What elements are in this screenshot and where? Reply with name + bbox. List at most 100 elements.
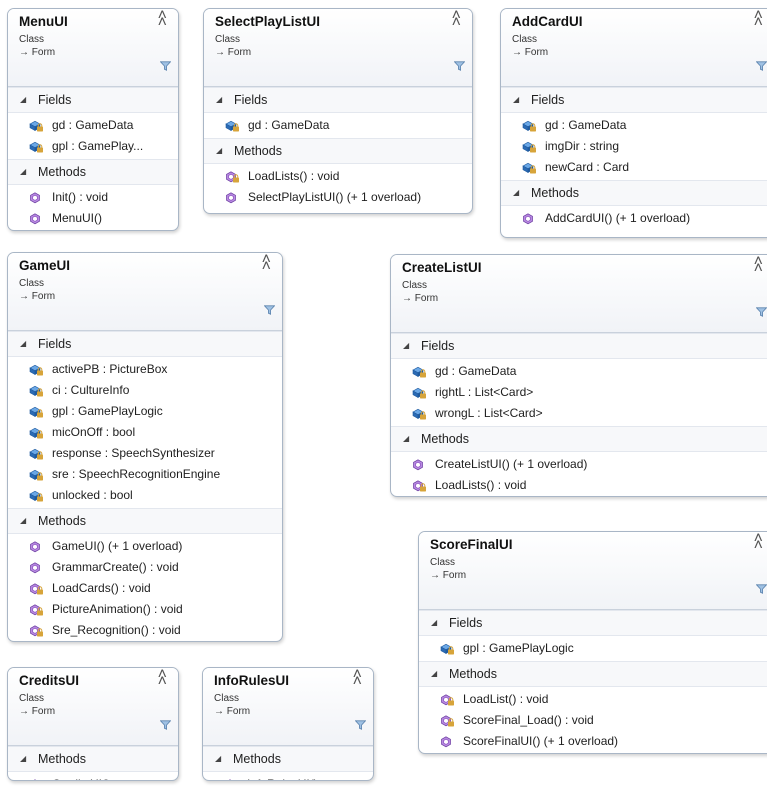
filter-icon[interactable] (756, 584, 767, 594)
methods-section-header[interactable]: ◢ Methods (8, 159, 178, 185)
field-label: gd : GameData (52, 118, 134, 132)
class-header[interactable]: CreditsUI Class → Form ˄ ˄ (8, 668, 178, 746)
collapse-triangle-icon[interactable]: ◢ (20, 747, 26, 771)
field-row[interactable]: gd : GameData (204, 115, 472, 136)
class-card-scorefinalui[interactable]: ScoreFinalUI Class → Form ˄ ˄ ◢ Fields gpl : Ga… (418, 531, 767, 754)
method-row[interactable]: SelectPlayListUI() (+ 1 overload) (204, 187, 472, 208)
methods-section-header[interactable]: ◢ Methods (501, 180, 767, 206)
class-header[interactable]: SelectPlayListUI Class → Form ˄ ˄ (204, 9, 472, 87)
field-row[interactable]: imgDir : string (501, 136, 767, 157)
filter-icon[interactable] (756, 307, 767, 317)
collapse-chevron-icon[interactable]: ˄ ˄ (754, 532, 763, 554)
filter-icon[interactable] (355, 720, 366, 730)
filter-icon[interactable] (264, 305, 275, 315)
class-header[interactable]: CreateListUI Class → Form ˄ ˄ (391, 255, 767, 333)
collapse-triangle-icon[interactable]: ◢ (20, 88, 26, 112)
method-row[interactable]: Sre_Recognition() : void (8, 620, 282, 641)
fields-section-header[interactable]: ◢ Fields (8, 331, 282, 357)
collapse-triangle-icon[interactable]: ◢ (20, 509, 26, 533)
method-row[interactable]: AddCardUI() (+ 1 overload) (501, 208, 767, 229)
field-row[interactable]: gd : GameData (8, 115, 178, 136)
inheritance-arrow-icon: → (402, 293, 415, 304)
field-row[interactable]: ci : CultureInfo (8, 380, 282, 401)
method-row[interactable]: LoadLists() : void (204, 166, 472, 187)
class-card-addcardui[interactable]: AddCardUI Class → Form ˄ ˄ ◢ Fields gd : GameDa… (500, 8, 767, 238)
methods-section-header[interactable]: ◢ Methods (391, 426, 767, 452)
collapse-triangle-icon[interactable]: ◢ (513, 181, 519, 205)
collapse-triangle-icon[interactable]: ◢ (20, 160, 26, 184)
method-row[interactable]: InfoRulesUI() (203, 774, 373, 780)
methods-section-label: Methods (233, 752, 281, 766)
field-row[interactable]: micOnOff : bool (8, 422, 282, 443)
filter-icon[interactable] (454, 61, 465, 71)
collapse-triangle-icon[interactable]: ◢ (431, 611, 437, 635)
methods-section-header[interactable]: ◢ Methods (204, 138, 472, 164)
method-row[interactable]: GrammarCreate() : void (8, 557, 282, 578)
fields-section-header[interactable]: ◢ Fields (8, 87, 178, 113)
class-header[interactable]: ScoreFinalUI Class → Form ˄ ˄ (419, 532, 767, 610)
class-header[interactable]: MenuUI Class → Form ˄ ˄ (8, 9, 178, 87)
methods-section-header[interactable]: ◢ Methods (419, 661, 767, 687)
method-row[interactable]: PictureAnimation() : void (8, 599, 282, 620)
class-card-createlistui[interactable]: CreateListUI Class → Form ˄ ˄ ◢ Fields gd : Gam… (390, 254, 767, 497)
field-row[interactable]: wrongL : List<Card> (391, 403, 767, 424)
field-row[interactable]: activePB : PictureBox (8, 359, 282, 380)
class-header[interactable]: InfoRulesUI Class → Form ˄ ˄ (203, 668, 373, 746)
collapse-triangle-icon[interactable]: ◢ (513, 88, 519, 112)
filter-icon[interactable] (160, 61, 171, 71)
collapse-chevron-icon[interactable]: ˄ ˄ (754, 255, 763, 277)
collapse-chevron-icon[interactable]: ˄ ˄ (262, 253, 271, 275)
collapse-triangle-icon[interactable]: ◢ (216, 139, 222, 163)
collapse-chevron-icon[interactable]: ˄ ˄ (353, 668, 362, 690)
field-row[interactable]: response : SpeechSynthesizer (8, 443, 282, 464)
class-card-creditsui[interactable]: CreditsUI Class → Form ˄˄ ◢ Methods CreditsUI(… (7, 667, 179, 781)
fields-section-header[interactable]: ◢ Fields (204, 87, 472, 113)
field-label: unlocked : bool (52, 488, 133, 502)
fields-section-header[interactable]: ◢ Fields (391, 333, 767, 359)
field-row[interactable]: gpl : GamePlay... (8, 136, 178, 157)
method-row[interactable]: LoadLists() : void (391, 475, 767, 496)
class-card-menuui[interactable]: MenuUI Class → Form ˄ ˄ ◢ Fields gd : GameData g… (7, 8, 179, 231)
field-row[interactable]: gpl : GamePlayLogic (8, 401, 282, 422)
class-card-inforulesui[interactable]: InfoRulesUI Class → Form ˄˄ ◢ Methods InfoRule… (202, 667, 374, 781)
collapse-chevron-icon[interactable]: ˄ ˄ (452, 9, 461, 31)
method-row[interactable]: MenuUI() (8, 208, 178, 229)
method-row[interactable]: CreateListUI() (+ 1 overload) (391, 454, 767, 475)
class-name: GameUI (19, 258, 71, 273)
collapse-triangle-icon[interactable]: ◢ (216, 88, 222, 112)
methods-section-header[interactable]: ◢ Methods (203, 746, 373, 772)
collapse-triangle-icon[interactable]: ◢ (215, 747, 221, 771)
fields-section-header[interactable]: ◢ Fields (419, 610, 767, 636)
method-row[interactable]: CreditsUI() (8, 774, 178, 780)
collapse-triangle-icon[interactable]: ◢ (403, 334, 409, 358)
field-row[interactable]: newCard : Card (501, 157, 767, 178)
field-row[interactable]: sre : SpeechRecognitionEngine (8, 464, 282, 485)
field-row[interactable]: rightL : List<Card> (391, 382, 767, 403)
method-row[interactable]: Init() : void (8, 187, 178, 208)
collapse-chevron-icon[interactable]: ˄ ˄ (158, 9, 167, 31)
field-row[interactable]: gpl : GamePlayLogic (419, 638, 767, 659)
class-card-selectplaylistui[interactable]: SelectPlayListUI Class → Form ˄ ˄ ◢ Fields gd :… (203, 8, 473, 214)
fields-section-header[interactable]: ◢ Fields (501, 87, 767, 113)
collapse-triangle-icon[interactable]: ◢ (20, 332, 26, 356)
field-row[interactable]: unlocked : bool (8, 485, 282, 506)
method-row[interactable]: ScoreFinalUI() (+ 1 overload) (419, 731, 767, 752)
method-icon (441, 736, 451, 748)
method-row[interactable]: GameUI() (+ 1 overload) (8, 536, 282, 557)
class-header[interactable]: AddCardUI Class → Form ˄ ˄ (501, 9, 767, 87)
filter-icon[interactable] (160, 720, 171, 730)
methods-section-header[interactable]: ◢ Methods (8, 508, 282, 534)
method-row[interactable]: ScoreFinal_Load() : void (419, 710, 767, 731)
class-header[interactable]: GameUI Class → Form ˄ ˄ (8, 253, 282, 331)
method-row[interactable]: LoadList() : void (419, 689, 767, 710)
method-row[interactable]: LoadCards() : void (8, 578, 282, 599)
field-row[interactable]: gd : GameData (391, 361, 767, 382)
class-card-gameui[interactable]: GameUI Class → Form ˄ ˄ ◢ Fields activePB : Pic… (7, 252, 283, 642)
field-row[interactable]: gd : GameData (501, 115, 767, 136)
collapse-triangle-icon[interactable]: ◢ (403, 427, 409, 451)
filter-icon[interactable] (756, 61, 767, 71)
methods-section-header[interactable]: ◢ Methods (8, 746, 178, 772)
collapse-chevron-icon[interactable]: ˄ ˄ (158, 668, 167, 690)
collapse-triangle-icon[interactable]: ◢ (431, 662, 437, 686)
collapse-chevron-icon[interactable]: ˄ ˄ (754, 9, 763, 31)
